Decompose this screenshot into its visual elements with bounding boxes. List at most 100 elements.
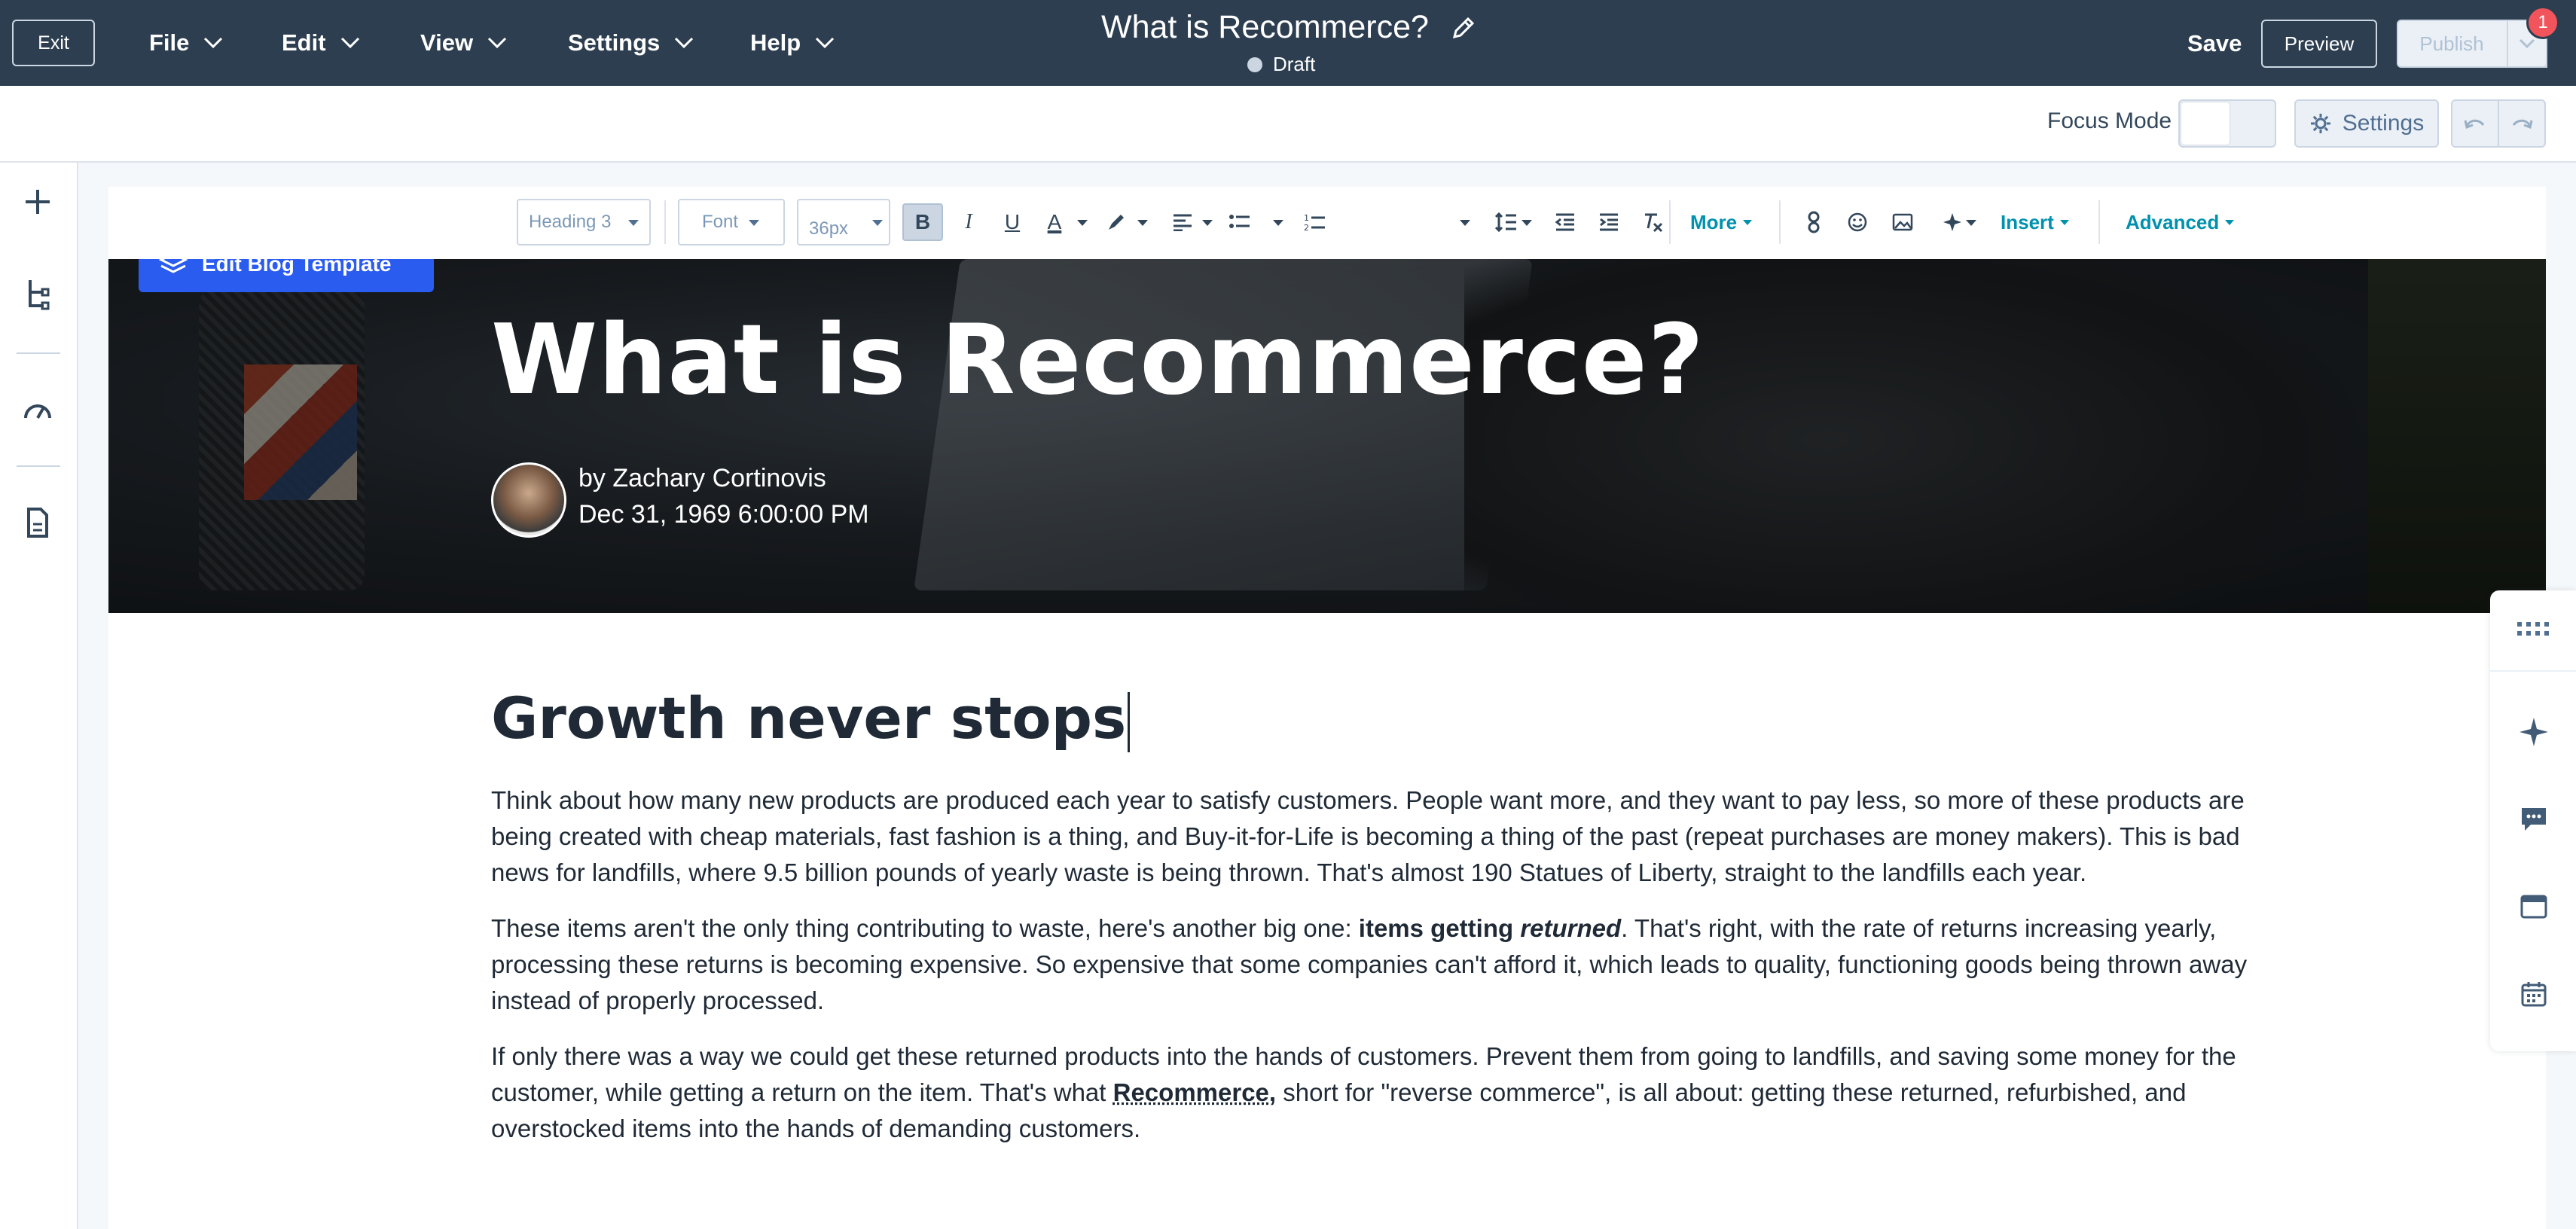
menu-settings[interactable]: Settings	[568, 23, 694, 63]
toggle-knob	[2181, 102, 2230, 145]
browser-icon	[2520, 895, 2547, 919]
menu-help[interactable]: Help	[750, 23, 835, 63]
clear-format-button[interactable]	[1637, 203, 1668, 241]
ai-button[interactable]	[2516, 714, 2552, 750]
menu-view[interactable]: View	[420, 23, 508, 63]
layers-button[interactable]	[17, 273, 59, 315]
toolbar-divider	[2098, 200, 2100, 244]
caret-down-icon	[1966, 220, 1976, 226]
underline-button[interactable]: U	[997, 203, 1027, 241]
sparkle-icon	[1943, 213, 1961, 231]
rail-divider	[17, 465, 60, 467]
post-title[interactable]: What is Recommerce?	[491, 304, 1705, 416]
menu-help-label: Help	[750, 29, 801, 56]
font-size-select[interactable]: 36px	[797, 199, 890, 245]
bullet-list-button[interactable]	[1225, 203, 1255, 241]
insert-menu-button[interactable]: Insert	[2001, 203, 2069, 241]
image-icon	[1892, 213, 1913, 231]
focus-mode-toggle[interactable]	[2178, 99, 2276, 148]
text-color-button[interactable]: A	[1039, 203, 1070, 241]
exit-button[interactable]: Exit	[12, 20, 95, 66]
save-button[interactable]: Save	[2187, 23, 2242, 65]
page-settings-button[interactable]	[17, 502, 59, 544]
caret-down-icon	[1273, 220, 1283, 226]
caret-down-icon	[2225, 219, 2235, 225]
document-title[interactable]: What is Recommerce?	[1101, 9, 1476, 46]
apps-button[interactable]	[2516, 611, 2552, 648]
gauge-icon	[24, 404, 51, 419]
font-value: Font	[702, 212, 739, 232]
paragraph-3[interactable]: If only there was a way we could get the…	[491, 1038, 2269, 1147]
link-icon	[1808, 211, 1820, 233]
preview-button[interactable]: Preview	[2261, 20, 2377, 68]
grid-icon	[2517, 622, 2549, 636]
paragraph-1[interactable]: Think about how many new products are pr…	[491, 782, 2269, 891]
publish-date: Dec 31, 1969 6:00:00 PM	[578, 500, 869, 529]
tree-icon	[29, 280, 50, 310]
chat-icon	[2522, 808, 2546, 831]
line-height-button[interactable]	[1491, 203, 1521, 241]
post-hero-banner[interactable]: Edit Blog Template What is Recommerce? b…	[108, 259, 2546, 613]
align-left-icon	[1174, 214, 1192, 231]
redo-button[interactable]	[2498, 99, 2546, 148]
outdent-button[interactable]	[1550, 203, 1580, 241]
status-indicator: Draft	[1247, 53, 1315, 76]
optimize-button[interactable]	[17, 389, 59, 431]
pencil-icon[interactable]	[1451, 16, 1476, 40]
ai-assistant-button[interactable]	[1937, 203, 1967, 241]
notification-badge[interactable]: 1	[2526, 6, 2559, 39]
author-avatar	[491, 462, 566, 538]
svg-text:2: 2	[1304, 223, 1309, 232]
calendar-icon	[2521, 982, 2547, 1007]
chevron-down-icon	[816, 37, 835, 49]
caret-down-icon	[1137, 220, 1148, 226]
comments-button[interactable]	[2516, 801, 2552, 837]
caret-down-icon	[749, 220, 759, 226]
caret-down-icon	[1743, 219, 1753, 225]
menu-settings-label: Settings	[568, 29, 661, 56]
editor-canvas: Heading 3 Font 36px B I U A 12 More Inse…	[108, 187, 2546, 1229]
chevron-down-icon	[488, 37, 507, 49]
indent-button[interactable]	[1594, 203, 1624, 241]
emoji-button[interactable]	[1842, 203, 1872, 241]
advanced-menu-button[interactable]: Advanced	[2126, 203, 2235, 241]
caret-down-icon	[872, 220, 883, 226]
undo-button[interactable]	[2451, 99, 2499, 148]
highlighter-icon	[1109, 215, 1124, 230]
link-button[interactable]	[1799, 203, 1829, 241]
align-button[interactable]	[1167, 203, 1198, 241]
file-icon	[27, 508, 48, 538]
highlight-button[interactable]	[1101, 203, 1131, 241]
font-select[interactable]: Font	[678, 199, 785, 245]
more-menu-button[interactable]: More	[1690, 203, 1753, 241]
post-body[interactable]: Growth never stops Think about how many …	[491, 684, 2269, 1147]
menu-file[interactable]: File	[149, 23, 224, 63]
template-icon	[158, 259, 188, 273]
bullet-list-icon	[1229, 215, 1250, 228]
gear-icon	[2310, 114, 2330, 133]
emoji-icon	[1848, 212, 1867, 232]
author-name: by Zachary Cortinovis	[578, 464, 826, 493]
numbered-list-button[interactable]: 12	[1300, 203, 1330, 241]
left-sidebar	[0, 163, 78, 1229]
advanced-label: Advanced	[2126, 210, 2220, 233]
paragraph-2-bold: items getting returned	[1359, 914, 1621, 942]
text-cursor	[1128, 692, 1131, 752]
settings-button[interactable]: Settings	[2294, 99, 2439, 148]
paragraph-2[interactable]: These items aren't the only thing contri…	[491, 910, 2269, 1019]
post-heading[interactable]: Growth never stops	[491, 684, 2269, 752]
focus-mode-label: Focus Mode	[2047, 108, 2172, 133]
numbered-list-icon: 12	[1304, 213, 1325, 232]
menu-edit[interactable]: Edit	[282, 23, 361, 63]
edit-blog-template-button[interactable]: Edit Blog Template	[139, 259, 434, 292]
bold-button[interactable]: B	[902, 203, 943, 241]
block-style-select[interactable]: Heading 3	[517, 199, 651, 245]
italic-button[interactable]: I	[954, 203, 984, 241]
add-module-button[interactable]	[17, 181, 59, 223]
caret-down-icon	[2059, 219, 2069, 225]
undo-icon	[2464, 119, 2485, 130]
indent-icon	[1600, 213, 1618, 231]
image-button[interactable]	[1888, 203, 1918, 241]
calendar-button[interactable]	[2516, 976, 2552, 1012]
preview-pane-button[interactable]	[2516, 889, 2552, 925]
